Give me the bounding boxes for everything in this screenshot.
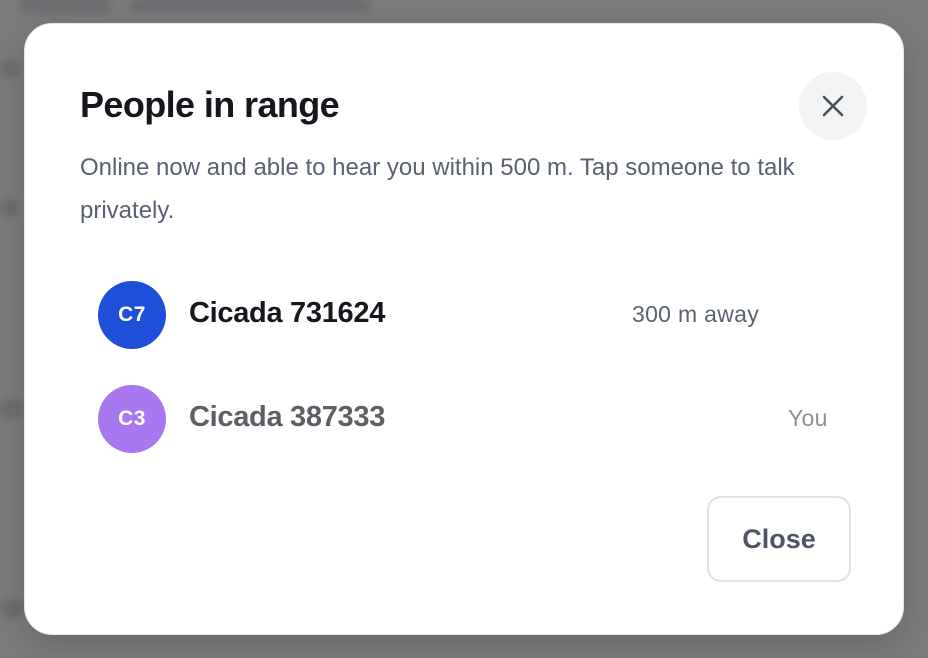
avatar: C3 [98, 385, 166, 453]
avatar: C7 [98, 281, 166, 349]
dialog-title: People in range [80, 84, 340, 125]
dialog-close-button[interactable] [799, 72, 867, 140]
background-blur [0, 600, 24, 618]
background-blur [0, 400, 22, 418]
person-row[interactable]: C3 Cicada 387333 You [80, 379, 850, 459]
person-name: Cicada 731624 [189, 297, 386, 329]
person-distance: 300 m away [632, 301, 760, 327]
self-badge: You [788, 405, 828, 431]
dialog-description: Online now and able to hear you within 5… [80, 154, 795, 224]
close-icon [822, 95, 844, 117]
people-in-range-dialog: People in range Online now and able to h… [24, 23, 904, 635]
background-blur [0, 60, 20, 78]
person-name: Cicada 387333 [189, 401, 386, 433]
close-button[interactable]: Close [707, 496, 851, 582]
background-blur [130, 0, 370, 12]
background-blur [20, 0, 110, 14]
background-blur [0, 200, 18, 216]
person-row[interactable]: C7 Cicada 731624 300 m away [80, 275, 850, 355]
